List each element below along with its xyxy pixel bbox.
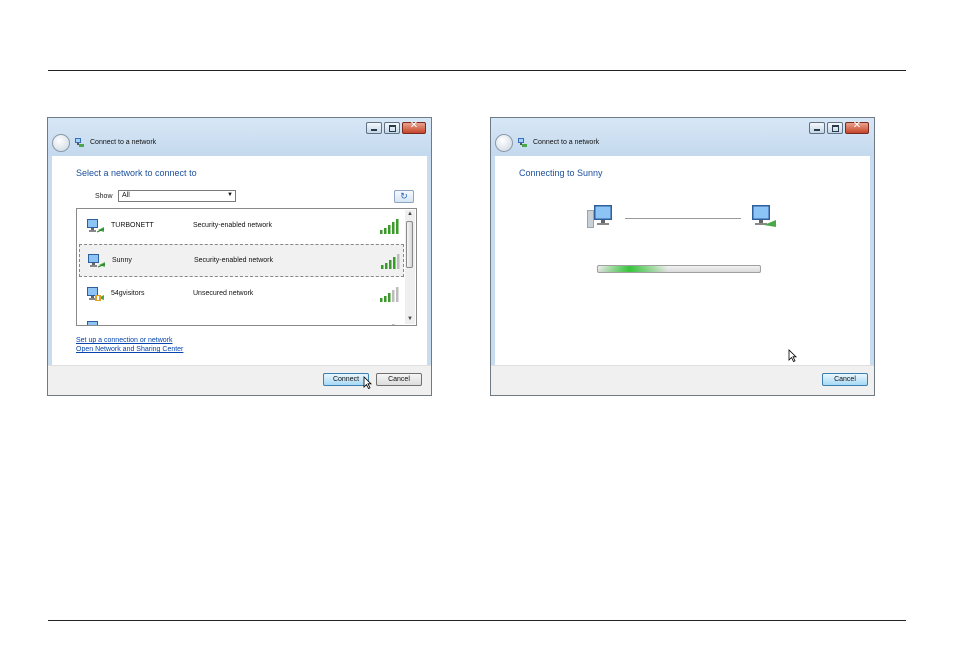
list-scrollbar[interactable]: ▲ ▼ [405,210,415,324]
cancel-button[interactable]: Cancel [822,373,868,386]
dialog-content: Connecting to Sunny [495,156,870,366]
network-name: TURBONETT [111,222,154,229]
dialog-content: Select a network to connect to Show All … [52,156,427,366]
computer-icon [587,205,612,228]
caption-buttons [366,120,426,134]
minimize-icon[interactable] [366,122,382,134]
show-filter-select[interactable]: All ▼ [118,190,236,202]
cancel-button[interactable]: Cancel [376,373,422,386]
scroll-up-icon[interactable]: ▲ [405,210,415,219]
caption-buttons [809,120,869,134]
refresh-icon[interactable]: ↻ [394,190,414,203]
title-bar: Connect to a network [48,118,431,156]
scroll-down-icon[interactable]: ▼ [405,315,415,324]
computer-icon [752,205,776,227]
network-row-54gvisitors[interactable]: 54gvisitors Unsecured network [79,278,404,311]
title-bar: Connect to a network [491,118,874,156]
maximize-icon[interactable] [827,122,843,134]
page-heading: Select a network to connect to [76,168,197,178]
network-row-turbonett[interactable]: TURBONETT Security-enabled network [79,210,404,243]
connection-progress-bar [597,265,761,273]
network-sharing-center-link[interactable]: Open Network and Sharing Center [76,346,183,353]
bottom-rule [48,620,906,621]
network-icon [518,138,527,147]
network-security: Unsecured network [193,290,254,297]
show-label: Show [95,193,113,200]
dropdown-arrow-icon: ▼ [227,192,233,198]
network-name: 54gvisitors [111,290,145,297]
progress-glow [598,266,668,272]
network-name: Sunny [112,257,132,264]
wireless-network-icon [87,219,105,233]
mouse-cursor-icon [788,349,797,362]
window-title: Connect to a network [90,139,157,146]
network-icon [75,138,84,147]
close-icon[interactable] [402,120,426,134]
page-heading: Connecting to Sunny [519,168,603,178]
back-arrow-icon[interactable] [495,134,513,152]
setup-connection-link[interactable]: Set up a connection or network [76,337,173,344]
signal-strength-icon [392,324,395,325]
network-security: Security-enabled network [194,257,273,264]
back-arrow-icon[interactable] [52,134,70,152]
close-icon[interactable] [845,120,869,134]
wireless-network-icon [88,254,106,268]
network-row-sunny[interactable]: Sunny Security-enabled network [79,244,404,277]
network-list[interactable]: TURBONETT Security-enabled network Sunny… [76,208,417,326]
dialog-footer: Connect Cancel [48,365,431,395]
minimize-icon[interactable] [809,122,825,134]
connect-network-dialog-select: Connect to a network Select a network to… [47,117,432,396]
wireless-network-icon [87,321,98,325]
connection-line [625,218,741,219]
signal-strength-icon [380,219,399,234]
maximize-icon[interactable] [384,122,400,134]
network-security: Security-enabled network [193,222,272,229]
signal-strength-icon [380,287,399,302]
top-rule [48,70,906,71]
connect-network-dialog-connecting: Connect to a network Connecting to Sunny… [490,117,875,396]
signal-strength-icon [381,254,400,269]
dialog-footer: Cancel [491,365,874,395]
scroll-thumb[interactable] [406,221,413,268]
mouse-cursor-icon [363,376,372,389]
network-row-partial[interactable] [79,312,404,325]
window-title: Connect to a network [533,139,600,146]
wireless-network-icon [87,287,104,301]
show-filter-value: All [122,192,130,199]
